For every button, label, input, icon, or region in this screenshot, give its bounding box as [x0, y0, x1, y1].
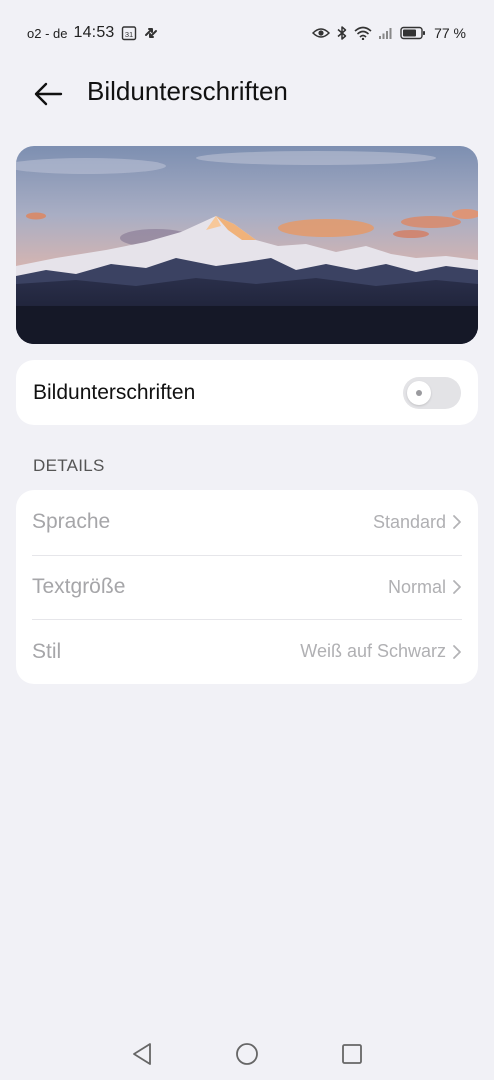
status-bar: o2 - de 14:53 31 77 %: [0, 0, 494, 66]
detail-value: Weiß auf Schwarz: [300, 641, 446, 662]
detail-value: Normal: [387, 576, 446, 597]
status-left: o2 - de 14:53 31: [27, 24, 159, 42]
recents-square-icon: [341, 1043, 363, 1065]
nav-home-button[interactable]: [232, 1040, 262, 1068]
carrier-name: o2 - de: [27, 25, 68, 41]
nav-recents-button[interactable]: [337, 1040, 367, 1068]
details-card: Sprache Standard Textgröße Normal Stil W…: [16, 490, 478, 684]
arrow-left-icon: [33, 82, 63, 106]
chevron-right-icon: [452, 579, 462, 595]
back-triangle-icon: [131, 1042, 153, 1066]
status-time: 14:53: [73, 24, 115, 41]
status-right: 77 %: [312, 25, 466, 41]
captions-switch[interactable]: [403, 376, 461, 409]
captions-toggle-label: Bildunterschriften: [33, 380, 196, 404]
chevron-right-icon: [452, 644, 462, 660]
mountain-sunset-image: [16, 146, 478, 344]
switch-knob: [407, 380, 431, 405]
signal-arrows-icon: [143, 25, 159, 41]
detail-value-wrap: Normal: [388, 577, 462, 598]
wifi-icon: [354, 26, 372, 40]
detail-row-stil[interactable]: Stil Weiß auf Schwarz: [32, 619, 462, 684]
calendar-day-text: 31: [124, 30, 132, 39]
detail-label: Sprache: [32, 510, 111, 534]
nav-back-button[interactable]: [127, 1040, 157, 1068]
system-nav-bar: [0, 1030, 494, 1080]
page-title: Bildunterschriften: [87, 76, 288, 106]
switch-dot: [416, 389, 422, 396]
detail-value-wrap: Weiß auf Schwarz: [300, 641, 462, 662]
bluetooth-icon: [336, 25, 348, 41]
app-header: Bildunterschriften: [0, 66, 494, 120]
chevron-right-icon: [452, 514, 462, 530]
calendar-icon: 31: [121, 25, 137, 41]
details-section-header: DETAILS: [33, 456, 105, 475]
battery-icon: [400, 26, 426, 40]
detail-label: Stil: [32, 639, 62, 663]
home-circle-icon: [235, 1042, 259, 1066]
battery-percent: 77 %: [434, 25, 466, 41]
detail-row-textgroesse[interactable]: Textgröße Normal: [32, 554, 462, 620]
back-button[interactable]: [28, 76, 68, 112]
captions-toggle-row[interactable]: Bildunterschriften: [16, 360, 478, 425]
detail-value-wrap: Standard: [373, 512, 462, 533]
detail-value: Standard: [372, 511, 446, 532]
cell-signal-icon: [378, 26, 394, 40]
eye-icon: [312, 26, 331, 40]
detail-label: Textgröße: [32, 575, 126, 599]
captions-toggle-card: Bildunterschriften: [16, 360, 478, 425]
detail-row-sprache[interactable]: Sprache Standard: [32, 490, 462, 555]
